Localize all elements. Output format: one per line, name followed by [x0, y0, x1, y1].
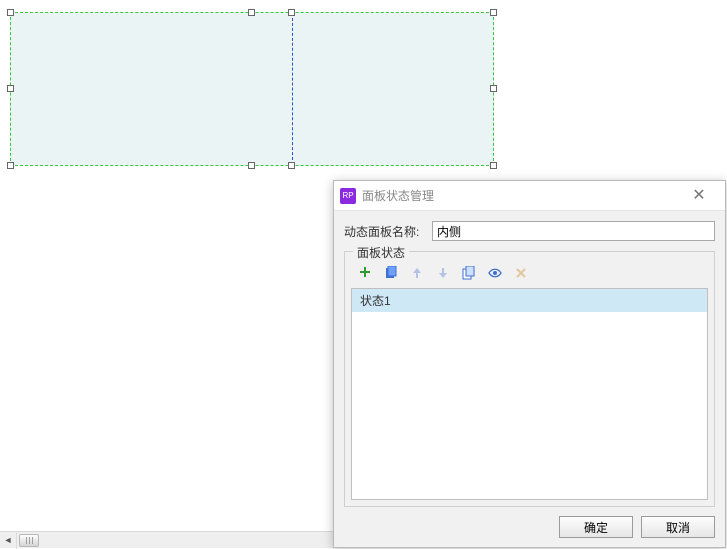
resize-handle-tr[interactable]	[490, 9, 497, 16]
dialog-body: 动态面板名称: 面板状态	[334, 211, 725, 507]
cancel-button[interactable]: 取消	[641, 516, 715, 538]
ok-button[interactable]: 确定	[559, 516, 633, 538]
design-canvas[interactable]: ◄ RP 面板状态管理 ✕ 动态面板名称: 面板状态	[0, 0, 727, 548]
duplicate-icon[interactable]	[383, 265, 399, 281]
resize-handle-ml[interactable]	[7, 85, 14, 92]
edit-icon[interactable]	[487, 265, 503, 281]
copy-icon[interactable]	[461, 265, 477, 281]
panel-states-fieldset: 面板状态	[344, 251, 715, 507]
resize-handle-bm[interactable]	[248, 162, 255, 169]
state-toolbar	[351, 258, 708, 284]
dialog-footer: 确定 取消	[334, 507, 725, 547]
fieldset-legend: 面板状态	[353, 244, 409, 261]
scroll-thumb[interactable]	[19, 534, 39, 547]
resize-handle-tm[interactable]	[248, 9, 255, 16]
panel-name-input[interactable]	[432, 221, 715, 241]
app-icon: RP	[340, 188, 356, 204]
state-list[interactable]: 状态1	[351, 288, 708, 500]
resize-handle-inner-bottom[interactable]	[288, 162, 295, 169]
resize-handle-bl[interactable]	[7, 162, 14, 169]
list-item[interactable]: 状态1	[352, 289, 707, 312]
add-icon[interactable]	[357, 265, 373, 281]
delete-icon	[513, 265, 529, 281]
dialog-titlebar[interactable]: RP 面板状态管理 ✕	[334, 181, 725, 211]
name-row: 动态面板名称:	[344, 221, 715, 241]
arrow-up-icon	[409, 265, 425, 281]
resize-handle-br[interactable]	[490, 162, 497, 169]
arrow-down-icon	[435, 265, 451, 281]
resize-handle-inner-top[interactable]	[288, 9, 295, 16]
panel-divider	[292, 13, 293, 165]
resize-handle-tl[interactable]	[7, 9, 14, 16]
close-icon[interactable]: ✕	[679, 184, 719, 208]
horizontal-scrollbar[interactable]: ◄	[0, 531, 333, 548]
selected-dynamic-panel[interactable]	[10, 12, 494, 166]
resize-handle-mr[interactable]	[490, 85, 497, 92]
dialog-title: 面板状态管理	[362, 187, 679, 204]
scroll-left-arrow-icon[interactable]: ◄	[0, 532, 17, 549]
name-label: 动态面板名称:	[344, 223, 432, 240]
panel-state-manager-dialog: RP 面板状态管理 ✕ 动态面板名称: 面板状态	[333, 180, 726, 548]
